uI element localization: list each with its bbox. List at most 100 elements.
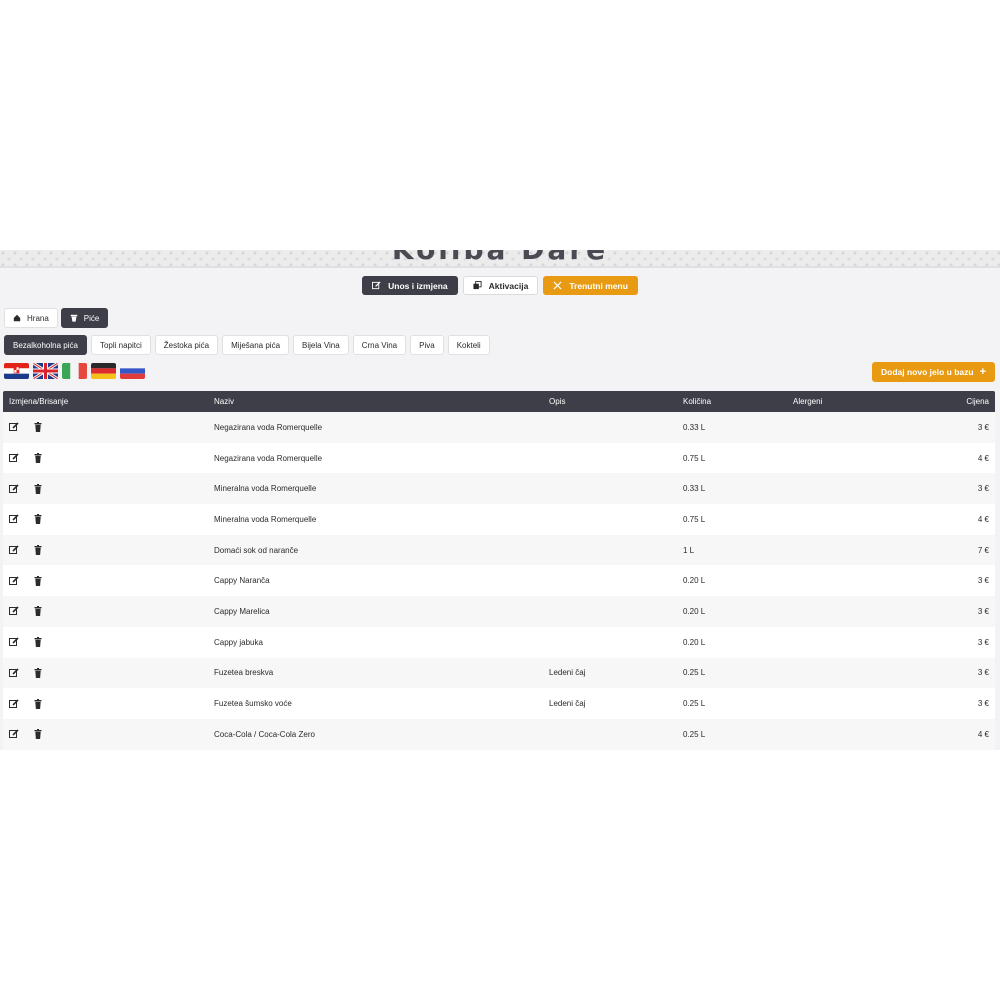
cell-name: Mineralna voda Romerquelle [214,514,317,524]
subtab-cocktails[interactable]: Kokteli [447,335,490,355]
cell-name: Negazirana voda Romerquelle [214,422,323,432]
edit-icon[interactable] [9,576,19,586]
flag-en-icon[interactable] [33,363,58,379]
cell-quantity: 0.75 L [683,514,706,524]
edit-icon[interactable] [9,453,19,463]
col-name: Naziv [214,397,235,406]
cell-price: 3 € [977,484,989,494]
trash-icon[interactable] [33,545,43,556]
cell-price: 3 € [977,606,989,616]
cell-price: 3 € [977,422,989,432]
cell-price: 3 € [977,637,989,647]
current-menu-button[interactable]: Trenutni menu [543,276,638,295]
trash-icon[interactable] [33,483,43,494]
table-row: Mineralna voda Romerquelle 0.75 L 4 € [3,504,995,535]
subtab-hot-drinks[interactable]: Topli napitci [90,335,151,355]
subtab-red-wines[interactable]: Crna Vina [352,335,407,355]
trash-icon[interactable] [33,698,43,709]
edit-icon[interactable] [9,422,19,432]
cell-name: Fuzetea breskva [214,668,274,678]
col-allergens: Alergeni [793,397,823,406]
top-actions: Unos i izmjena Aktivacija Trenutni menu [0,276,1000,295]
row-actions [3,483,208,494]
table-row: Fuzetea šumsko voće Ledeni čaj 0.25 L 3 € [3,688,995,719]
trash-icon[interactable] [33,606,43,617]
add-new-item-label: Dodaj novo jelo u bazu [881,367,974,377]
table-body: Negazirana voda Romerquelle 0.33 L3 € Nega… [3,412,995,750]
cell-name: Coca-Cola / Coca-Cola Zero [214,729,315,739]
row-actions [3,545,208,556]
category-tabs: Hrana Piće [4,308,109,328]
subtab-white-wines[interactable]: Bijela Vina [293,335,349,355]
subtab-soft-drinks[interactable]: Bezalkoholna pića [4,335,87,355]
cell-quantity: 1 L [683,545,695,555]
row-actions [3,729,208,740]
flag-it-icon[interactable] [62,363,87,379]
edit-icon[interactable] [9,514,19,524]
edit-icon[interactable] [9,545,19,555]
edit-icon[interactable] [9,698,19,709]
cell-price: 3 € [977,668,989,678]
subcategory-tabs: Bezalkoholna pića Topli napitci Žestoka … [4,335,490,355]
copy-icon [473,281,482,290]
add-new-item-button[interactable]: Dodaj novo jelo u bazu + [872,362,995,382]
home-icon [13,314,21,322]
language-flags [4,363,145,379]
trash-icon[interactable] [33,637,43,648]
edit-icon[interactable] [9,484,19,494]
table-row: Mineralna voda Romerquelle 0.33 L 3 € [3,473,995,505]
activation-button[interactable]: Aktivacija [462,276,539,295]
trash-icon[interactable] [33,729,43,740]
edit-icon[interactable] [9,668,19,678]
flag-ru-icon[interactable] [120,363,145,379]
cell-price: 3 € [977,576,989,586]
trash-icon[interactable] [33,514,43,525]
edit-icon [372,281,381,290]
table-row: Cappy Naranča 0.20 L 3 € [3,565,995,597]
tab-drinks[interactable]: Piće [60,308,109,328]
activation-label: Aktivacija [488,280,529,291]
trash-icon[interactable] [33,667,43,678]
col-edit-delete: Izmjena/Brisanje [9,397,69,406]
subtab-mixed-drinks[interactable]: Miješana pića [222,335,290,355]
entry-edit-button[interactable]: Unos i izmjena [362,276,458,295]
cell-name: Fuzetea šumsko voće [214,699,292,709]
row-actions [3,606,208,617]
cell-description: Ledeni čaj [549,699,586,709]
cell-price: 4 € [977,514,989,524]
cell-price: 4 € [977,453,989,463]
trash-icon[interactable] [33,575,43,586]
table-row: Cappy Marelica 0.20 L 3 € [3,596,995,627]
table-row: Cappy jabuka 0.20 L 3 € [3,626,995,658]
row-actions [3,698,208,709]
row-actions [3,575,208,586]
trash-icon[interactable] [33,453,43,464]
trash-icon[interactable] [33,422,43,433]
table-row: Negazirana voda Romerquelle 0.33 L 3 € [3,412,995,443]
col-description: Opis [549,397,566,406]
cell-quantity: 0.20 L [683,576,706,586]
flag-hr-icon[interactable] [4,363,29,379]
cell-name: Cappy Naranča [214,576,270,586]
col-price: Cijena [966,397,989,406]
edit-icon[interactable] [9,637,19,647]
row-actions [3,514,208,525]
cell-name: Domaći sok od naranče [214,545,299,555]
subtab-beers[interactable]: Piva [410,335,444,355]
cell-price: 7 € [977,545,989,555]
cell-quantity: 0.20 L [683,637,706,647]
cell-quantity: 0.75 L [683,453,706,463]
cell-price: 3 € [977,699,989,709]
edit-icon[interactable] [9,606,19,616]
glass-icon [70,314,77,322]
flag-de-icon[interactable] [91,363,116,379]
cutlery-icon [553,281,562,290]
subtab-spirits[interactable]: Žestoka pića [154,335,219,355]
cell-quantity: 0.25 L [683,668,706,678]
row-actions [3,453,208,464]
cell-description: Ledeni čaj [549,668,586,678]
tab-food[interactable]: Hrana [4,308,58,328]
cell-quantity: 0.25 L [683,699,706,709]
row-actions [3,422,208,433]
edit-icon[interactable] [9,729,19,739]
